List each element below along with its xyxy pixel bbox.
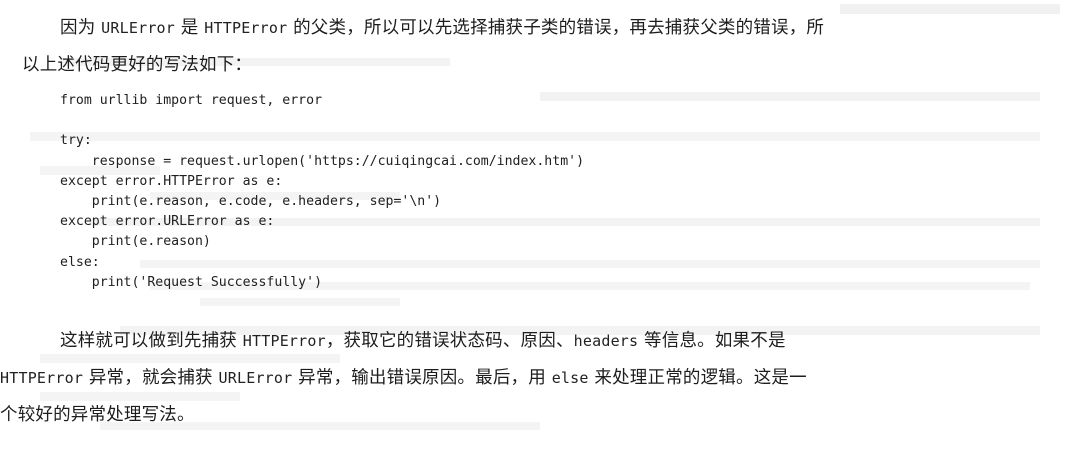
intro-code-term: URLError (101, 19, 176, 37)
explanation-paragraph: 这样就可以做到先捕获 HTTPError，获取它的错误状态码、原因、header… (0, 323, 1057, 434)
explanation-text: 异常，就会捕获 (83, 368, 219, 388)
code-line: print(e.reason, e.code, e.headers, sep='… (60, 193, 442, 209)
explanation-text: 异常，输出错误原因。最后，用 (292, 368, 552, 388)
intro-paragraph-line-1: 因为 URLError 是 HTTPError 的父类，所以可以先选择捕获子类的… (22, 10, 1057, 47)
code-line: else: (60, 254, 100, 270)
explanation-line-2-spans: HTTPError 异常，就会捕获 URLError 异常，输出错误原因。最后，… (0, 368, 807, 388)
document-page: 因为 URLError 是 HTTPError 的父类，所以可以先选择捕获子类的… (0, 0, 1077, 452)
explanation-code-term: URLError (218, 369, 293, 387)
explanation-paragraph-line-3: 个较好的异常处理写法。 (0, 405, 195, 425)
code-line: from urllib import request, error (60, 93, 323, 108)
explanation-code-term: HTTPError (242, 332, 326, 350)
intro-line-1-spans: 因为 URLError 是 HTTPError 的父类，所以可以先选择捕获子类的… (60, 18, 824, 38)
explanation-code-term: headers (573, 332, 639, 350)
code-line: except error.HTTPError as e: (60, 173, 283, 189)
intro-paragraph-line-2: 以上述代码更好的写法如下： (22, 55, 253, 75)
code-line: print('Request Successfully') (60, 274, 323, 290)
explanation-paragraph-line-1: 这样就可以做到先捕获 HTTPError，获取它的错误状态码、原因、header… (22, 323, 1057, 360)
explanation-text: ，获取它的错误状态码、原因、 (325, 331, 574, 351)
intro-text: 是 (175, 18, 205, 38)
code-block: from urllib import request, error try: re… (60, 91, 1060, 293)
code-line: response = request.urlopen('https://cuiq… (60, 153, 585, 169)
code-line: except error.URLError as e: (60, 214, 275, 230)
intro-code-term: HTTPError (204, 19, 288, 37)
explanation-code-term: else (551, 369, 589, 387)
explanation-code-term: HTTPError (0, 369, 84, 387)
explanation-line-1-spans: 这样就可以做到先捕获 HTTPError，获取它的错误状态码、原因、header… (60, 331, 786, 351)
explanation-text: 来处理正常的逻辑。这是一 (588, 368, 807, 388)
explanation-text: 这样就可以做到先捕获 (60, 331, 243, 351)
code-line: print(e.reason) (60, 234, 211, 250)
code-line: try: (60, 133, 92, 149)
intro-text: 因为 (60, 18, 102, 38)
explanation-paragraph-line-2: HTTPError 异常，就会捕获 URLError 异常，输出错误原因。最后，… (0, 360, 1057, 397)
intro-text: 的父类，所以可以先选择捕获子类的错误，再去捕获父类的错误，所 (287, 18, 825, 38)
explanation-text: 等信息。如果不是 (638, 331, 786, 351)
intro-paragraph: 因为 URLError 是 HTTPError 的父类，所以可以先选择捕获子类的… (22, 10, 1057, 84)
